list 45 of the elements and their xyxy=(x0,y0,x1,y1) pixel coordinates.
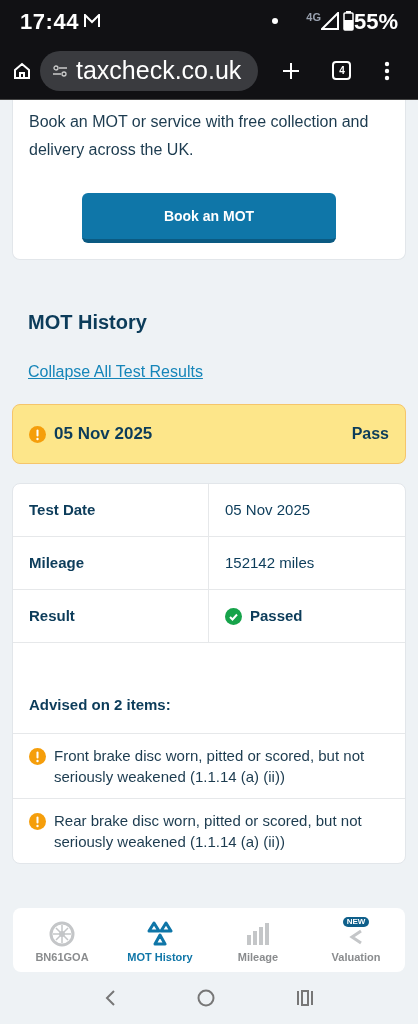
dot-icon xyxy=(272,18,279,24)
section-title: MOT History xyxy=(27,310,148,335)
home-button-icon[interactable] xyxy=(197,989,215,1007)
detail-value: 05 Nov 2025 xyxy=(224,499,312,520)
collapse-link[interactable]: Collapse All Test Results xyxy=(12,360,406,384)
advisory-title: Advised on 2 items: xyxy=(29,696,171,713)
new-badge: NEW xyxy=(342,916,370,927)
network-type: 4G xyxy=(306,9,321,25)
nav-tab[interactable]: BN61GOA xyxy=(13,910,111,970)
more-icon[interactable] xyxy=(383,60,390,81)
detail-label: Test Date xyxy=(13,484,209,536)
address-bar[interactable]: taxcheck.co.uk xyxy=(40,50,258,91)
site-settings-icon[interactable] xyxy=(52,63,68,78)
plus-icon[interactable] xyxy=(282,61,301,80)
advisory-text: Front brake disc worn, pitted or scored, but not seriously weakened (1.1.14 (a) (ii)) xyxy=(54,746,366,787)
detail-label: Result xyxy=(13,590,209,642)
check-icon xyxy=(225,607,242,625)
wheel-icon xyxy=(49,920,75,947)
alert-icon xyxy=(29,748,46,765)
advisory-text: Rear brake disc worn, pitted or scored, but not seriously weakened (1.1.14 (a) (ii)) xyxy=(54,811,363,852)
back-icon[interactable] xyxy=(104,989,117,1007)
test-header[interactable]: 05 Nov 2025 Pass xyxy=(12,404,406,464)
url-text: taxcheck.co.uk xyxy=(76,54,242,86)
mail-icon xyxy=(83,14,102,28)
nav-tab[interactable]: MOT History xyxy=(111,910,209,970)
test-date: 05 Nov 2025 xyxy=(54,423,153,446)
detail-value: Passed xyxy=(209,590,405,642)
test-result: Pass xyxy=(351,424,389,444)
promo-text: Book an MOT or service with free collection and delivery across the UK. xyxy=(29,112,370,160)
clock: 17:44 xyxy=(20,7,80,36)
tab-switcher-button[interactable]: 4 xyxy=(332,61,352,80)
triangles-icon xyxy=(147,920,173,947)
detail-label: Mileage xyxy=(13,537,209,589)
alert-icon xyxy=(29,813,46,830)
recent-apps-icon[interactable] xyxy=(295,990,314,1006)
nav-tab[interactable]: Mileage xyxy=(209,910,307,970)
alert-icon xyxy=(29,425,46,443)
battery-icon xyxy=(342,11,354,31)
book-mot-button[interactable]: Book an MOT xyxy=(82,193,336,243)
home-icon[interactable] xyxy=(12,60,32,81)
signal-icon xyxy=(320,12,339,30)
nav-tab[interactable]: NEW Valuation xyxy=(307,910,405,970)
battery-level: 55% xyxy=(353,7,398,36)
bar-chart-icon xyxy=(245,920,271,947)
detail-value: 152142 miles xyxy=(224,552,316,573)
